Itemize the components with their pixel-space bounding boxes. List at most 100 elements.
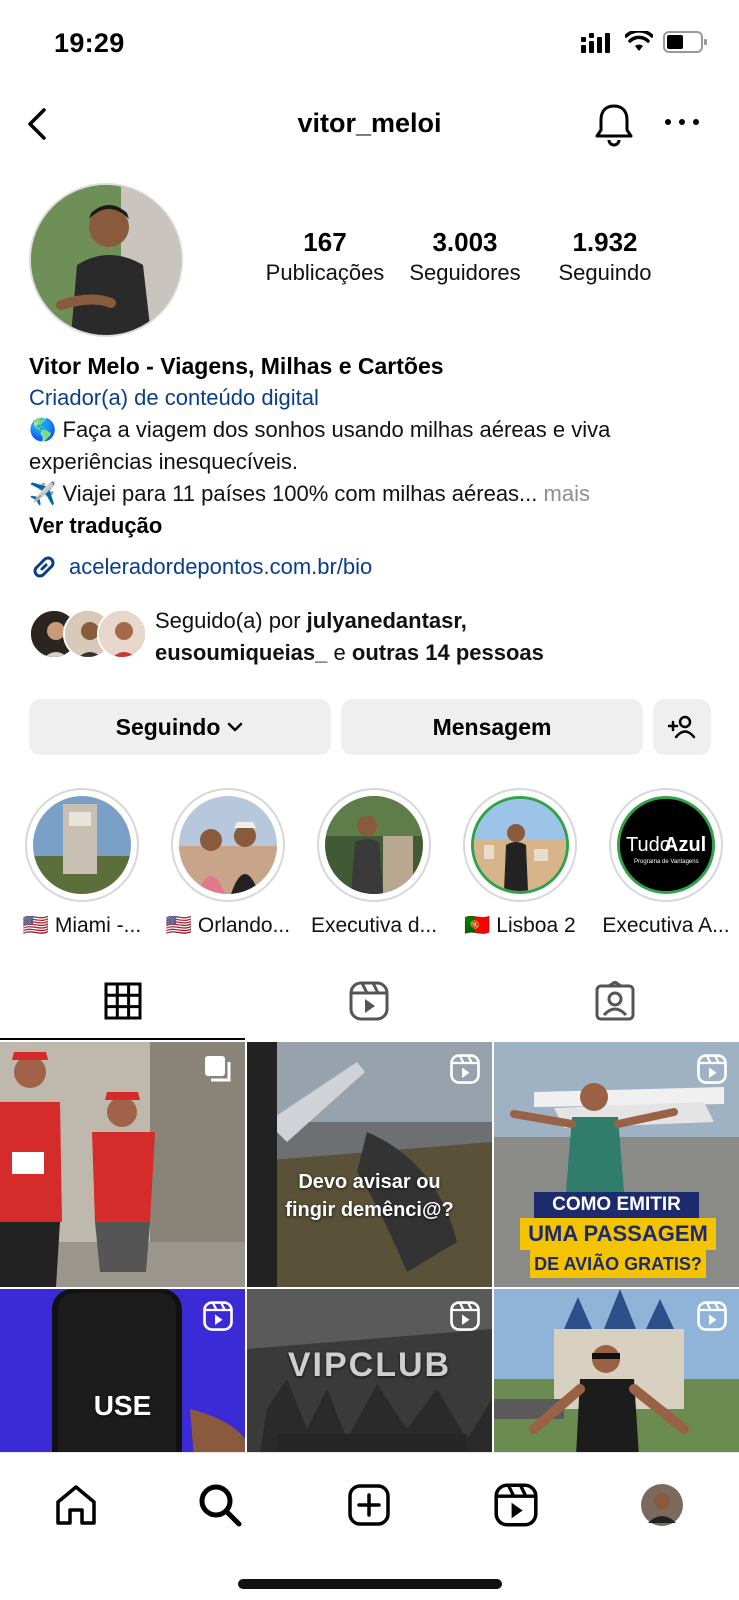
stat-followers-count: 3.003 [432,227,498,257]
stat-following[interactable]: 1.932 Seguindo [530,226,680,288]
status-bar: 19:29 [0,0,739,90]
carousel-icon [205,1056,231,1082]
status-icons [581,30,709,54]
profile-stats: 167 Publicações 3.003 Seguidores 1.932 S… [262,226,682,296]
grid-icon [104,982,142,1020]
notifications-button[interactable] [592,100,636,148]
highlight-label: 🇺🇸 Miami -... [22,914,142,937]
nav-create[interactable] [339,1475,399,1535]
profile-photo [31,185,181,335]
mutual-avatar-3 [97,609,147,659]
post-5-caption: VIPCLUB [287,1346,452,1384]
nav-profile[interactable] [632,1475,692,1535]
stat-posts[interactable]: 167 Publicações [250,226,400,288]
mutual-followers-avatars [29,609,147,661]
reel-icon [450,1054,480,1084]
battery-icon [663,31,707,53]
post-1[interactable] [0,1042,245,1287]
reels-icon [494,1483,538,1527]
post-5[interactable]: VIPCLUB [247,1289,492,1452]
tudoazul-logo-sub: Programa de Vantagens [634,859,699,865]
tab-grid[interactable] [0,960,246,1042]
bottom-navigation [0,1452,739,1600]
posts-grid: Devo avisar ou fingir demênci@? COMO EMI… [0,1042,739,1452]
status-time: 19:29 [54,28,125,58]
message-button[interactable]: Mensagem [341,699,643,755]
bio-name: Vitor Melo - Viagens, Milhas e Cartões [29,353,444,379]
post-3-caption-3: DE AVIÃO GRATIS? [530,1250,706,1278]
tudoazul-logo-2: Azul [664,834,706,856]
highlight-label: 🇵🇹 Lisboa 2 [464,914,576,937]
followed-by[interactable]: Seguido(a) por julyanedantasr, eusoumiqu… [29,605,719,669]
post-2-caption: Devo avisar ou fingir demênci@? [285,1171,454,1221]
reel-icon [697,1054,727,1084]
chevron-down-icon [228,722,243,732]
active-tab-indicator [0,1038,245,1040]
search-icon [199,1484,242,1527]
more-options-button[interactable] [660,110,704,134]
reel-icon [203,1301,233,1331]
highlight-label: 🇺🇸 Orlando... [165,914,291,937]
highlight-ring: Tudo Azul Programa de Vantagens [609,788,723,902]
message-button-label: Mensagem [432,713,552,740]
nav-home[interactable] [46,1475,106,1535]
bio-category[interactable]: Criador(a) de conteúdo digital [29,382,719,414]
tagged-icon [595,981,635,1021]
post-4-caption: USE [93,1390,152,1421]
profile-actions: Seguindo Mensagem [29,699,711,755]
stat-following-label: Seguindo [558,260,652,285]
bio-line-3-text: ✈️ Viajei para 11 países 100% com milhas… [29,481,538,506]
highlight-ring [317,788,431,902]
followed-by-text: Seguido(a) por julyanedantasr, eusoumiqu… [155,605,544,669]
nav-reels[interactable] [486,1475,546,1535]
highlight-cover [179,796,277,894]
bio-line-3: ✈️ Viajei para 11 países 100% com milhas… [29,478,719,510]
reel-icon [450,1301,480,1331]
followed-prefix: Seguido(a) por [155,608,301,633]
followed-others[interactable]: outras 14 pessoas [352,640,544,665]
bio-website[interactable]: aceleradordepontos.com.br/bio [29,550,719,584]
stat-following-count: 1.932 [572,227,638,257]
post-3-caption-1: COMO EMITIR [534,1192,699,1218]
bio-link-text[interactable]: aceleradordepontos.com.br/bio [69,550,372,584]
signal-icon [581,33,610,53]
profile-avatar[interactable] [29,183,183,337]
bio-more-link[interactable]: mais [544,481,590,506]
link-icon [33,556,55,578]
post-3[interactable]: COMO EMITIR UMA PASSAGEM DE AVIÃO GRATIS… [494,1042,739,1287]
highlight-cover [33,796,131,894]
following-button-label: Seguindo [115,713,221,740]
stat-followers[interactable]: 3.003 Seguidores [390,226,540,288]
add-person-icon [667,715,696,739]
nav-search[interactable] [190,1475,250,1535]
reel-icon [697,1301,727,1331]
create-icon [348,1484,390,1526]
profile-avatar [641,1484,683,1526]
post-4[interactable]: USE [0,1289,245,1452]
home-indicator [238,1579,502,1589]
see-translation-link[interactable]: Ver tradução [29,510,719,542]
highlight-ring [25,788,139,902]
stat-posts-count: 167 [303,227,347,257]
highlight-label: Executiva d... [310,914,438,937]
post-2[interactable]: Devo avisar ou fingir demênci@? [247,1042,492,1287]
highlight-cover [471,796,569,894]
bio-line-2: experiências inesquecíveis. [29,449,299,474]
tab-tagged[interactable] [492,960,738,1042]
suggested-users-button[interactable] [653,699,711,755]
followed-user-1[interactable]: julyanedantasr, [307,608,467,633]
post-6[interactable] [494,1289,739,1452]
bell-icon [595,104,633,147]
following-button[interactable]: Seguindo [29,699,331,755]
stat-posts-label: Publicações [265,260,385,285]
more-icon [665,119,699,125]
highlight-ring [171,788,285,902]
stat-followers-label: Seguidores [409,260,521,285]
followed-user-2[interactable]: eusoumiqueias_ [155,640,327,665]
highlight-cover [325,796,423,894]
tab-reels[interactable] [246,960,492,1042]
bio-line-1: 🌎 Faça a viagem dos sonhos usando milhas… [29,417,611,442]
profile-header: vitor_meloi [0,96,739,156]
home-icon [56,1485,96,1525]
highlight-ring [463,788,577,902]
